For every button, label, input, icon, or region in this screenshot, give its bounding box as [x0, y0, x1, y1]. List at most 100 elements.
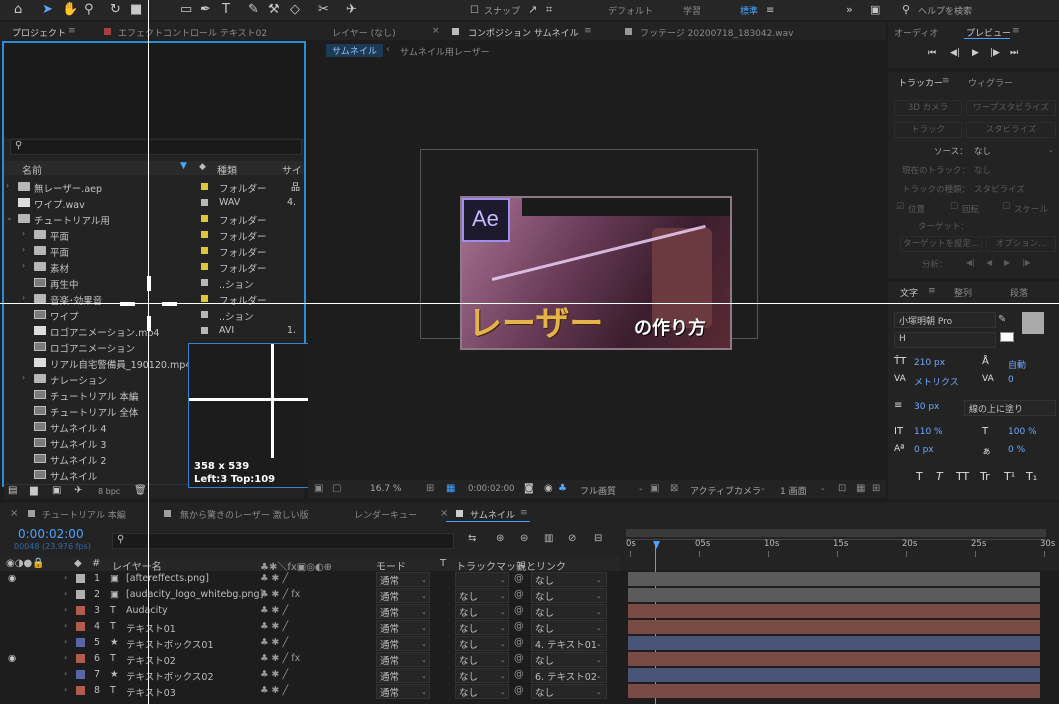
type-tool-icon[interactable]: T	[222, 2, 230, 17]
expand-chevron-icon[interactable]: ›	[22, 293, 25, 302]
column-name[interactable]: 名前	[22, 162, 42, 177]
analyze-next-icon[interactable]: |▶	[1022, 258, 1031, 267]
region-icon[interactable]: ▣	[650, 483, 659, 494]
render-queue-icon[interactable]: ✈	[74, 485, 82, 496]
workspace-standard[interactable]: 標準	[740, 4, 758, 17]
layer-switches[interactable]: ♣ ✱ ╱	[260, 669, 288, 680]
timeline-layer-row[interactable]: › 7 ★ テキストボックス02 ♣ ✱ ╱ 通常 ⌄ なし ⌄ @6. テキスト02 ⌄	[0, 667, 1059, 683]
home-icon[interactable]: ⌂	[14, 2, 22, 17]
layer-switches[interactable]: ♣ ✱ ╱	[260, 637, 288, 648]
track-matte-select[interactable]: なし ⌄	[455, 620, 509, 635]
layer-name[interactable]: Audacity	[126, 605, 168, 616]
label-color-swatch[interactable]	[76, 654, 85, 663]
label-color-chip[interactable]	[201, 311, 208, 318]
camera-3d-button[interactable]: 3D カメラ	[894, 100, 962, 116]
timeline-layer-row[interactable]: ◉ › 6 T テキスト02 ♣ ✱ ╱ fx 通常 ⌄ なし ⌄ @ なし ⌄	[0, 651, 1059, 667]
position-checkbox[interactable]: ☑	[896, 202, 904, 212]
previous-frame-icon[interactable]: ◀|	[950, 48, 960, 58]
analyze-back-icon[interactable]: ◀|	[966, 258, 975, 267]
expand-chevron-icon[interactable]: ›	[64, 573, 67, 582]
tab-footage[interactable]: フッテージ 20200718_183042.wav	[640, 26, 793, 39]
track-matte-select[interactable]: なし ⌄	[455, 604, 509, 619]
last-frame-icon[interactable]: ⏭	[1010, 48, 1018, 58]
pen-tool-icon[interactable]: ✒	[200, 2, 211, 17]
layer-name[interactable]: [aftereffects.png]	[126, 573, 209, 584]
blend-mode-select[interactable]: 通常 ⌄	[376, 668, 430, 683]
track-motion-button[interactable]: トラック	[894, 122, 962, 138]
label-color-swatch[interactable]	[76, 622, 85, 631]
layer-duration-bar[interactable]	[628, 684, 1040, 698]
layer-name[interactable]: [audacity_logo_whitebg.png]	[126, 589, 263, 600]
comp-flowchart-icon[interactable]: ⇆	[468, 533, 476, 544]
label-color-chip[interactable]	[201, 247, 208, 254]
snapshot-icon[interactable]: ◙	[524, 483, 534, 494]
project-item[interactable]: ロゴアニメーション.mp4 AVI 1.	[4, 323, 304, 339]
close-icon[interactable]: ×	[432, 26, 440, 36]
faux-italic-button[interactable]: T	[936, 470, 943, 483]
snap-options-icon[interactable]: ↗	[528, 2, 537, 17]
expand-chevron-icon[interactable]: ›	[64, 653, 67, 662]
expand-chevron-icon[interactable]: ›	[22, 373, 25, 382]
hand-tool-icon[interactable]: ✋	[62, 2, 78, 17]
label-color-chip[interactable]	[201, 231, 208, 238]
selection-tool-icon[interactable]: ➤	[42, 2, 53, 17]
puppet-tool-icon[interactable]: ✈	[346, 2, 357, 17]
interpret-footage-icon[interactable]: ▤	[8, 485, 17, 496]
stroke-mode-select[interactable]: 線の上に塗り	[964, 400, 1056, 416]
small-caps-button[interactable]: Tr	[980, 470, 990, 483]
show-channel-icon[interactable]: ◉	[544, 483, 553, 494]
team-icon[interactable]: ▣	[870, 2, 880, 17]
blend-mode-select[interactable]: 通常 ⌄	[376, 684, 430, 699]
more-workspaces-icon[interactable]: »	[846, 2, 853, 17]
track-matte-select[interactable]: ⌄	[455, 572, 509, 587]
layer-name[interactable]: テキストボックス02	[126, 669, 214, 683]
parent-select[interactable]: なし ⌄	[531, 620, 607, 635]
expand-chevron-icon[interactable]: ›	[22, 245, 25, 254]
analyze-backward-icon[interactable]: ◀	[986, 258, 992, 267]
layer-duration-bar[interactable]	[628, 636, 1040, 650]
tab-composition[interactable]: コンポジション サムネイル	[468, 26, 579, 39]
source-select[interactable]: なし	[974, 145, 991, 157]
layer-name[interactable]: テキスト03	[126, 685, 176, 699]
blend-mode-select[interactable]: 通常 ⌄	[376, 652, 430, 667]
workspace-learn[interactable]: 学習	[683, 4, 701, 17]
tab-tracker[interactable]: トラッカー	[898, 76, 943, 89]
parent-select[interactable]: なし ⌄	[531, 604, 607, 619]
label-color-swatch[interactable]	[76, 606, 85, 615]
always-preview-icon[interactable]: ▣	[314, 483, 323, 494]
trash-icon[interactable]: 🗑	[134, 485, 147, 496]
options-button[interactable]: オプション...	[986, 236, 1056, 252]
layer-duration-bar[interactable]	[628, 668, 1040, 682]
timeline-layer-row[interactable]: › 3 T Audacity ♣ ✱ ╱ 通常 ⌄ なし ⌄ @ なし ⌄	[0, 603, 1059, 619]
white-swatch[interactable]	[1000, 332, 1014, 342]
tab-thumbnail[interactable]: サムネイル	[470, 508, 515, 521]
project-item[interactable]: › 音楽･効果音 フォルダー	[4, 291, 304, 307]
project-item[interactable]: ワイプ.wav WAV 4.	[4, 195, 304, 211]
expand-chevron-icon[interactable]: ›	[6, 181, 9, 190]
new-composition-icon[interactable]: ▣	[52, 485, 61, 496]
play-icon[interactable]: ▶	[972, 48, 979, 58]
warp-stabilize-button[interactable]: ワープスタビライズ	[966, 100, 1056, 116]
column-size[interactable]: サイ	[282, 162, 302, 177]
timeline-layer-row[interactable]: › 5 ★ テキストボックス01 ♣ ✱ ╱ 通常 ⌄ なし ⌄ @4. テキスト01 ⌄	[0, 635, 1059, 651]
track-matte-select[interactable]: なし ⌄	[455, 588, 509, 603]
vertical-scale-value[interactable]: 110 %	[914, 427, 943, 437]
frame-blend-icon[interactable]: ▥	[544, 533, 553, 544]
scale-checkbox[interactable]: ☐	[1002, 202, 1010, 212]
help-search-input[interactable]: ヘルプを検索	[918, 4, 972, 17]
pickwhip-icon[interactable]: @	[514, 605, 524, 616]
workspace-menu-icon[interactable]: ≡	[766, 3, 774, 18]
layer-switches[interactable]: ♣ ✱ ╱	[260, 621, 288, 632]
expand-chevron-icon[interactable]: ›	[22, 229, 25, 238]
composition-viewer[interactable]: Ae レーザー の作り方	[308, 60, 886, 480]
set-target-button[interactable]: ターゲットを設定...	[900, 236, 982, 252]
views-select[interactable]: 1 画面	[780, 484, 807, 497]
graph-editor-icon[interactable]: ⊟	[594, 533, 602, 544]
clone-stamp-tool-icon[interactable]: ⚒	[268, 2, 280, 17]
track-matte-select[interactable]: なし ⌄	[455, 652, 509, 667]
expand-chevron-icon[interactable]: ⌄	[6, 213, 13, 222]
grid-icon[interactable]: ⊞	[426, 483, 434, 494]
label-color-swatch[interactable]	[76, 686, 85, 695]
tab-paragraph[interactable]: 段落	[1010, 286, 1028, 299]
analyze-forward-icon[interactable]: ▶	[1004, 258, 1010, 267]
